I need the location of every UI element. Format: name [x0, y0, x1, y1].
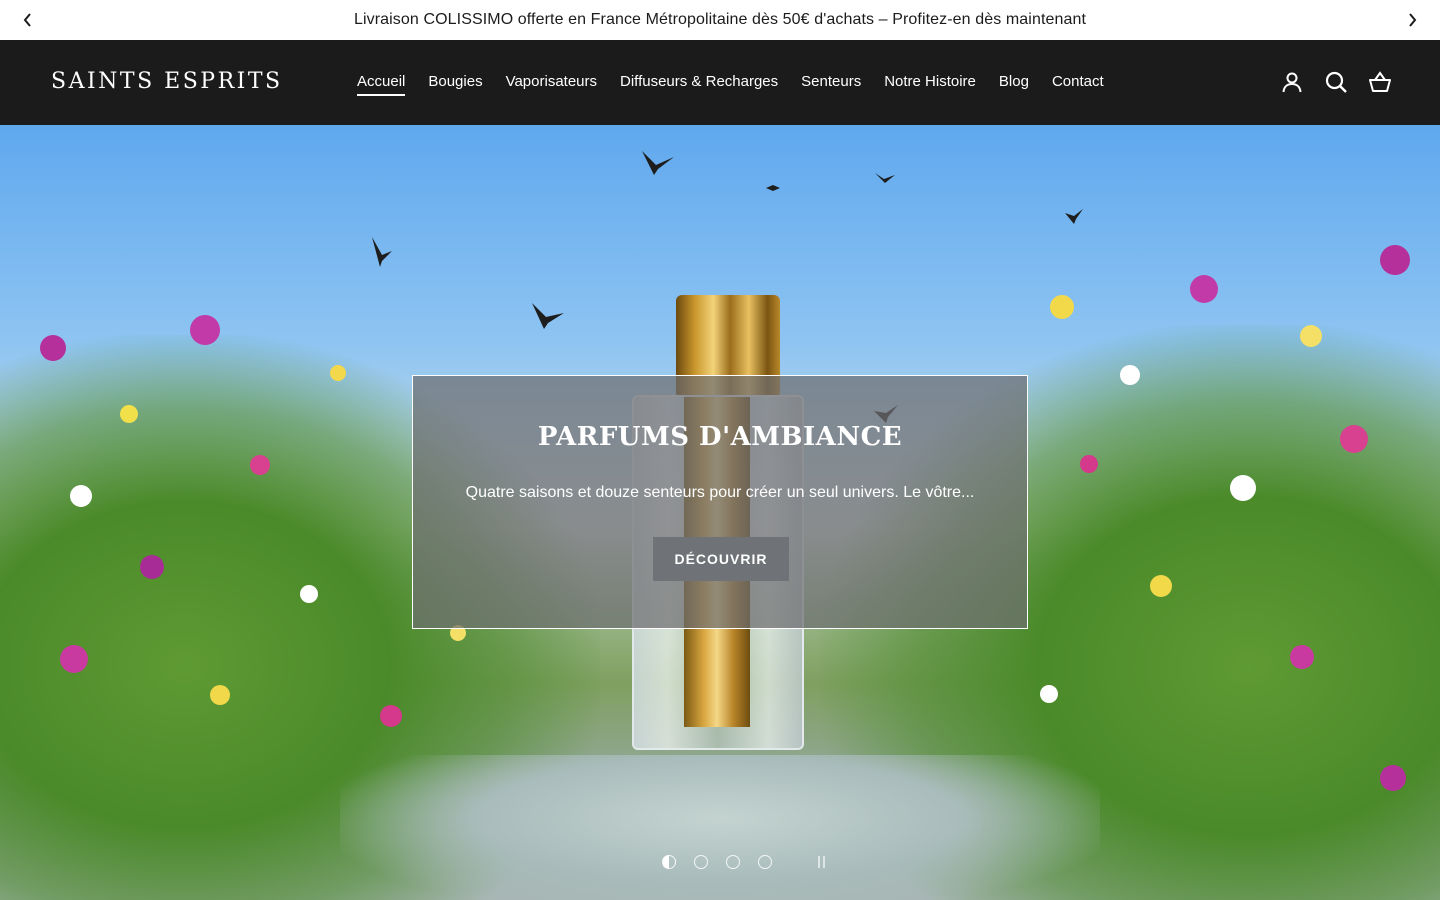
- bird-icon: [875, 173, 895, 183]
- header-actions: [1280, 70, 1392, 94]
- search-icon[interactable]: [1324, 70, 1348, 94]
- water-reflection: [340, 755, 1100, 900]
- nav-blog[interactable]: Blog: [999, 73, 1029, 96]
- bird-icon: [766, 185, 780, 191]
- site-header: Saints Esprits Accueil Bougies Vaporisat…: [0, 40, 1440, 125]
- cart-icon[interactable]: [1368, 70, 1392, 94]
- bird-icon: [532, 303, 564, 329]
- announcement-bar: Livraison COLISSIMO offerte en France Mé…: [0, 0, 1440, 40]
- nav-senteurs[interactable]: Senteurs: [801, 73, 861, 96]
- nav-diffuseurs-recharges[interactable]: Diffuseurs & Recharges: [620, 73, 778, 96]
- hero-title: PARFUMS D'AMBIANCE: [537, 422, 903, 452]
- bird-icon: [1065, 209, 1083, 224]
- nav-contact[interactable]: Contact: [1052, 73, 1104, 96]
- slide-dot-2[interactable]: [694, 855, 708, 869]
- nav-bougies[interactable]: Bougies: [428, 73, 482, 96]
- nav-vaporisateurs[interactable]: Vaporisateurs: [506, 73, 597, 96]
- chevron-right-icon[interactable]: [1402, 10, 1422, 30]
- pause-icon[interactable]: [814, 855, 828, 869]
- nav-accueil[interactable]: Accueil: [357, 73, 406, 96]
- discover-button[interactable]: DÉCOUVRIR: [653, 537, 789, 581]
- bird-icon: [372, 237, 392, 267]
- site-logo[interactable]: Saints Esprits: [51, 69, 283, 94]
- main-nav: Accueil Bougies Vaporisateurs Diffuseurs…: [357, 73, 1127, 96]
- slide-dot-1[interactable]: [662, 855, 676, 869]
- announcement-text: Livraison COLISSIMO offerte en France Mé…: [353, 11, 1087, 28]
- slide-dot-3[interactable]: [726, 855, 740, 869]
- chevron-left-icon[interactable]: [18, 10, 38, 30]
- bird-icon: [642, 151, 674, 175]
- hero-subtitle: Quatre saisons et douze senteurs pour cr…: [465, 484, 975, 501]
- nav-notre-histoire[interactable]: Notre Histoire: [884, 73, 976, 96]
- slide-dot-4[interactable]: [758, 855, 772, 869]
- hero-overlay-card: PARFUMS D'AMBIANCE Quatre saisons et dou…: [412, 375, 1028, 629]
- account-icon[interactable]: [1280, 70, 1304, 94]
- slider-pagination: [662, 855, 828, 869]
- hero-slideshow[interactable]: PARFUMS D'AMBIANCE Quatre saisons et dou…: [0, 125, 1440, 900]
